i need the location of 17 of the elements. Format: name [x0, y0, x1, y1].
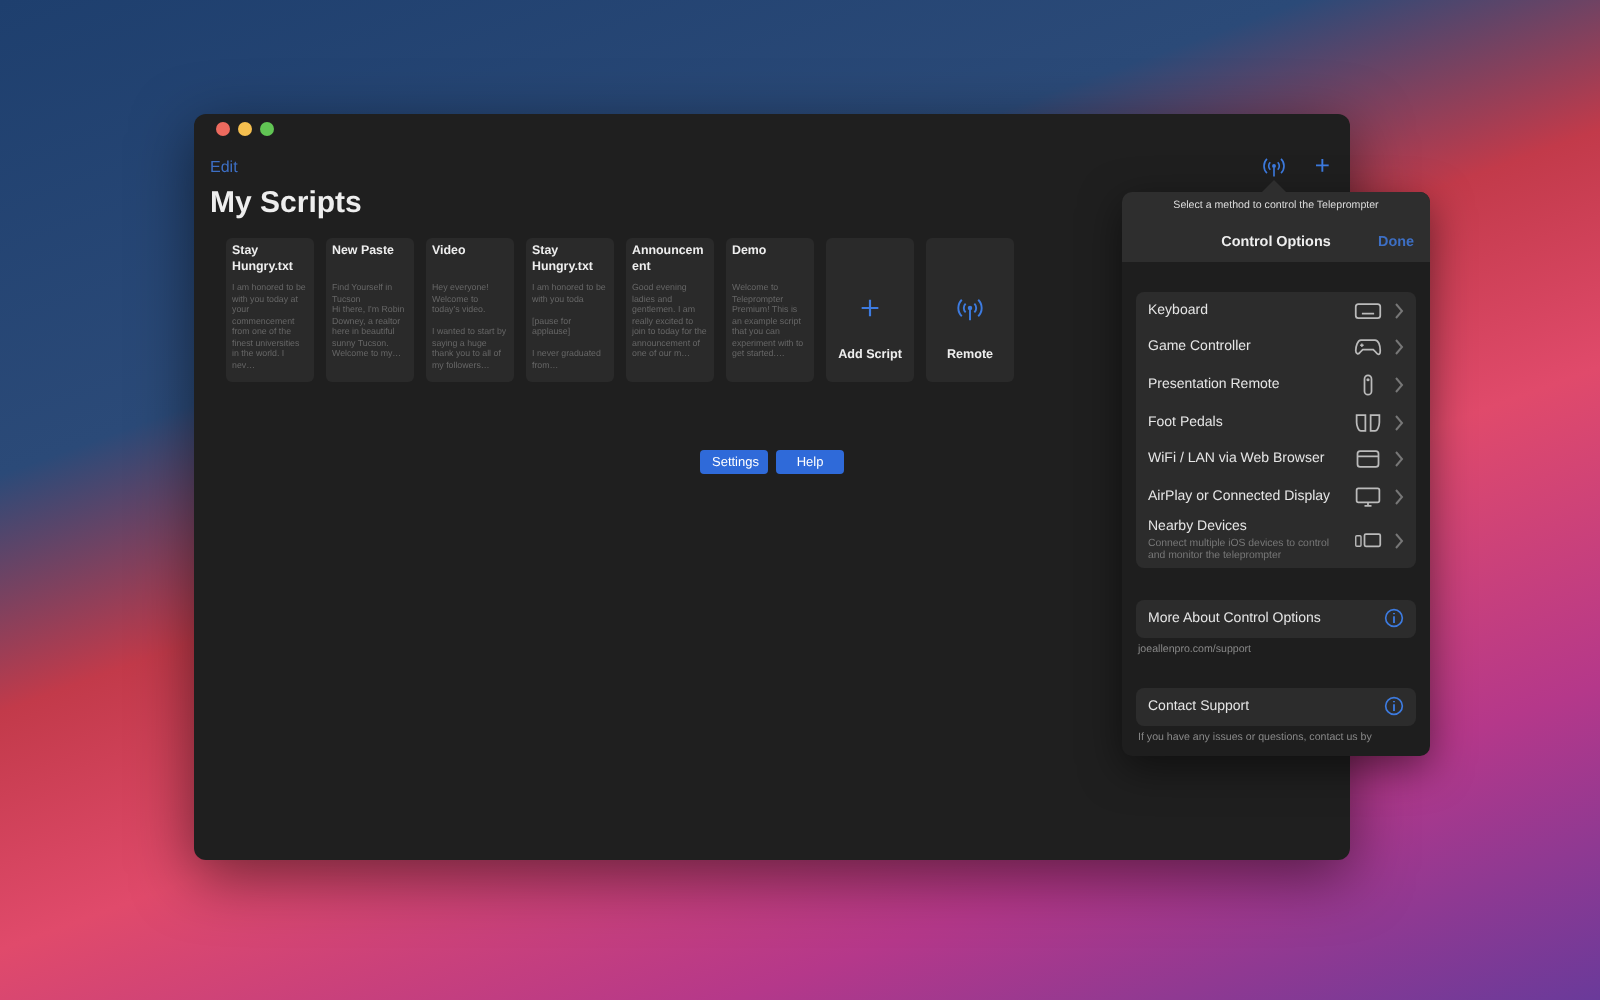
- monitor-icon: [1354, 485, 1382, 508]
- minimize-button[interactable]: [238, 122, 252, 136]
- info-icon: [1384, 608, 1404, 629]
- add-button[interactable]: +: [1314, 156, 1330, 176]
- zoom-button[interactable]: [260, 122, 274, 136]
- gamepad-icon: [1354, 336, 1382, 359]
- browser-window-icon: [1354, 448, 1382, 471]
- close-button[interactable]: [216, 122, 230, 136]
- antenna-icon[interactable]: [1262, 154, 1287, 178]
- antenna-icon: [956, 294, 984, 322]
- chevron-icon: [1394, 532, 1404, 551]
- plus-icon: [860, 298, 880, 318]
- info-icon: [1384, 696, 1404, 717]
- page-title: My Scripts: [210, 186, 362, 220]
- keyboard-icon: [1354, 299, 1382, 322]
- devices-icon: [1354, 530, 1382, 553]
- foot-pedals-icon: [1354, 411, 1382, 434]
